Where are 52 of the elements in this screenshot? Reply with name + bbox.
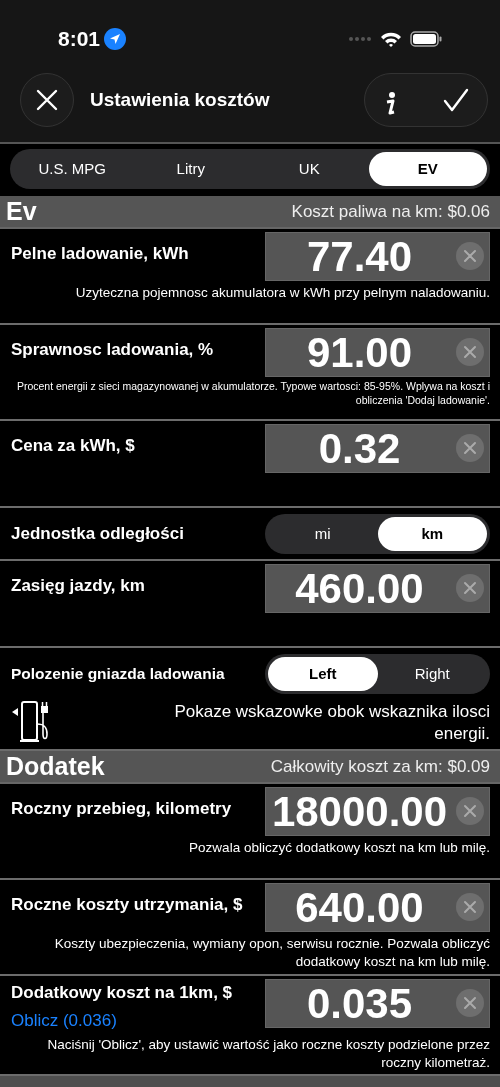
wifi-icon <box>380 31 402 47</box>
section-summary: Koszt paliwa na km: $0.06 <box>291 200 490 223</box>
status-time: 8:01 <box>58 26 101 53</box>
field-label: Polozenie gniazda ladowania <box>11 664 225 684</box>
clear-icon[interactable] <box>456 574 484 602</box>
segment-option[interactable]: Right <box>377 657 487 691</box>
section-title: Ev <box>6 199 37 224</box>
screen-title: Ustawienia kosztów <box>90 87 270 112</box>
field-hint: Uzyteczna pojemnosc akumulatora w kWh przy pelnym naladowaniu. <box>74 284 490 302</box>
segment-option[interactable]: mi <box>268 517 378 551</box>
field-hint: Pokaze wskazowke obok wskaznika ilosci energii. <box>173 701 490 746</box>
value-field[interactable]: 77.40 <box>265 232 490 281</box>
field-label: Roczny przebieg, kilometry <box>11 799 232 820</box>
checkmark-icon <box>443 88 469 113</box>
charging-station-icon <box>11 698 51 744</box>
value-field[interactable]: 640.00 <box>265 883 490 933</box>
clear-icon[interactable] <box>456 797 484 826</box>
clear-icon[interactable] <box>456 338 484 366</box>
unit-tab[interactable]: EV <box>368 152 487 186</box>
unit-tab[interactable]: U.S. MPG <box>13 152 132 186</box>
field-label: Cena za kWh, $ <box>11 436 135 457</box>
value-field[interactable]: 18000.00 <box>265 787 490 837</box>
value-field[interactable]: 91.00 <box>265 328 490 377</box>
unit-tab[interactable]: Litry <box>131 152 250 186</box>
field-label: Jednostka odległości <box>11 523 184 545</box>
clear-icon[interactable] <box>456 989 484 1018</box>
field-label: Roczne koszty utrzymania, $ <box>11 895 243 916</box>
field-hint: Procent energii z sieci magazynowanej w akumulatorze. Typowe wartosci: 85-95%. Wplywa na koszt i obliczenia 'Dodaj ladowanie'. <box>15 380 490 408</box>
location-icon <box>104 28 127 50</box>
battery-icon <box>410 31 442 47</box>
section-summary: Całkowity koszt za km: $0.09 <box>270 755 490 778</box>
segment-option[interactable]: km <box>377 517 487 551</box>
segment-option[interactable]: Left <box>268 657 378 691</box>
close-button[interactable] <box>20 73 74 127</box>
field-label: Sprawnosc ladowania, % <box>11 340 214 361</box>
section-title: Dodatek <box>6 754 105 780</box>
unit-tab[interactable]: UK <box>250 152 369 186</box>
calculate-link[interactable]: Oblicz (0.036) <box>11 1007 233 1034</box>
clear-icon[interactable] <box>456 242 484 270</box>
value-field[interactable]: 0.035 <box>265 979 490 1029</box>
field-label: Dodatkowy koszt na 1km, $ <box>11 983 233 1004</box>
field-hint: Pozwala obliczyć dodatkowy koszt na km lub milę. <box>188 839 490 857</box>
close-icon <box>36 89 58 111</box>
signal-icon <box>348 36 372 42</box>
clear-icon[interactable] <box>456 434 484 462</box>
clear-icon[interactable] <box>456 893 484 922</box>
field-hint: Naciśnij 'Oblicz', aby ustawić wartość jako roczne koszty podzielone przez roczny kilometraż. <box>46 1036 490 1072</box>
value-field[interactable]: 460.00 <box>265 564 490 613</box>
field-label: Zasięg jazdy, km <box>11 576 145 597</box>
value-field[interactable]: 0.32 <box>265 424 490 473</box>
field-hint: Koszty ubezpieczenia, wymiany opon, serwisu rocznie. Pozwala obliczyć dodatkowy koszt na km lub milę. <box>53 935 490 971</box>
field-label: Pelne ladowanie, kWh <box>11 244 189 265</box>
